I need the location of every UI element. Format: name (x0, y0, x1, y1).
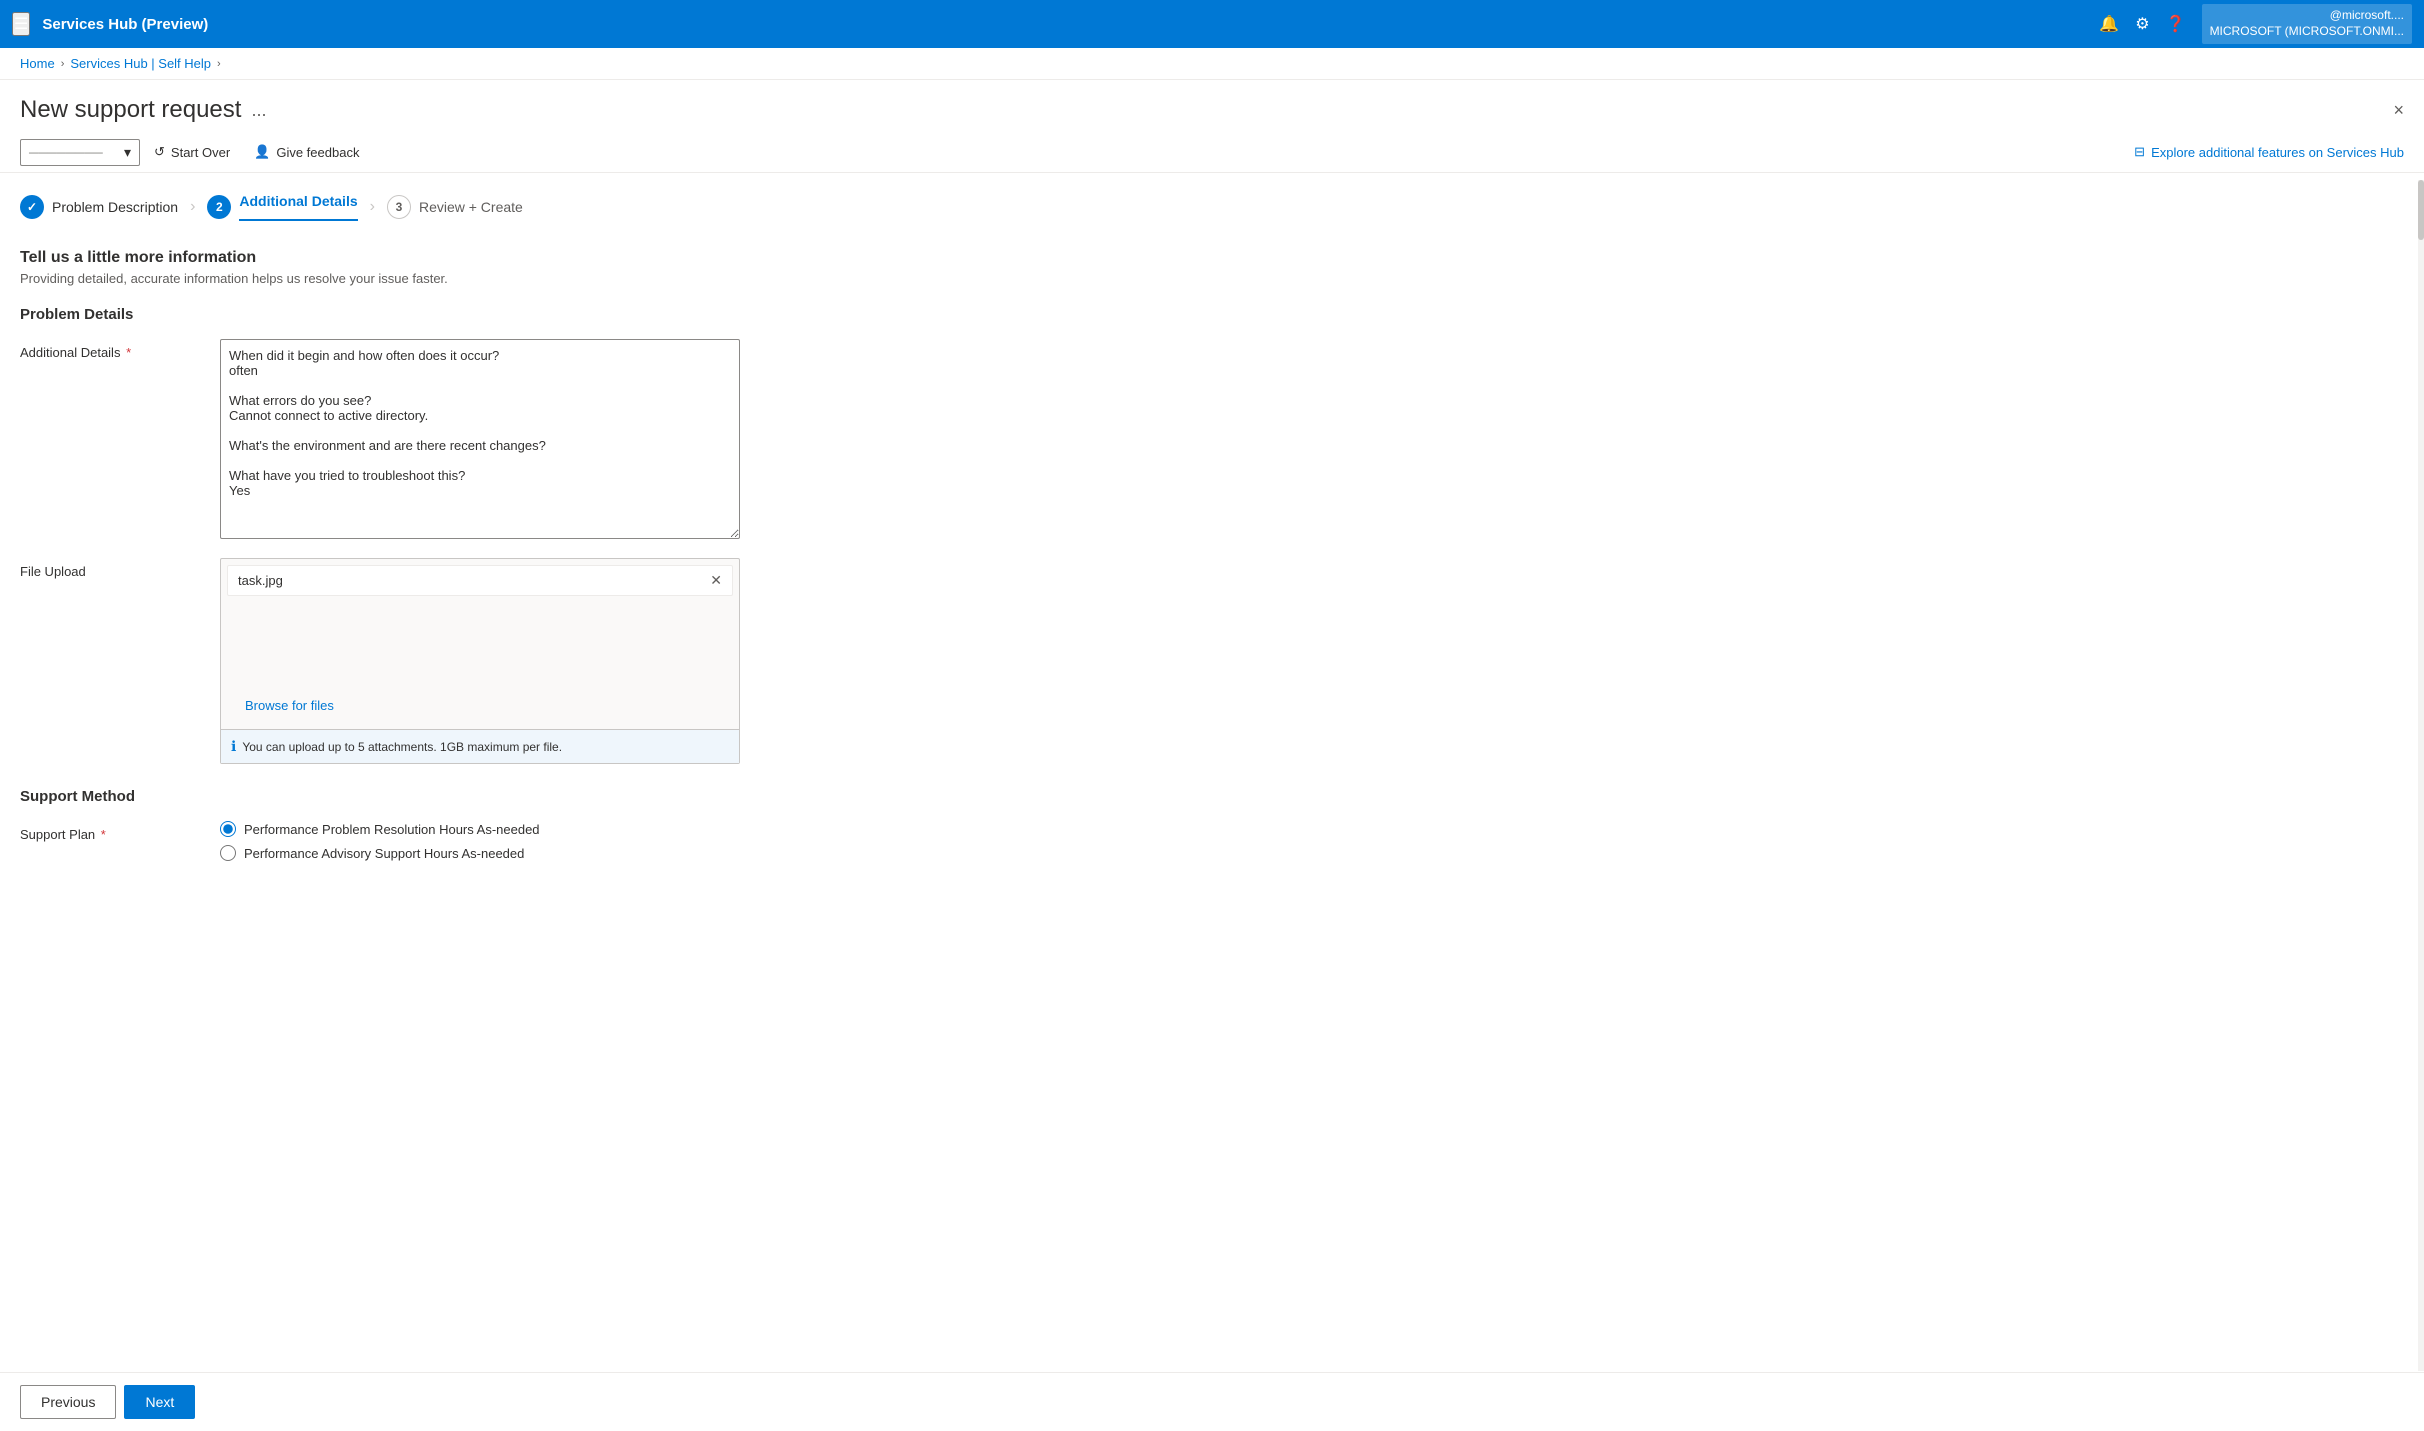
step-additional-details[interactable]: 2 Additional Details (207, 185, 357, 229)
bell-icon[interactable]: 🔔 (2099, 14, 2119, 34)
steps-bar: ✓ Problem Description › 2 Additional Det… (0, 173, 2424, 229)
workspace-dropdown-value: ──────── (29, 145, 120, 160)
support-plan-label: Support Plan * (20, 821, 220, 842)
help-icon[interactable]: ❓ (2166, 14, 2186, 34)
page-more-button[interactable]: ... (251, 100, 266, 121)
support-plan-radio-1[interactable] (220, 821, 236, 837)
previous-button[interactable]: Previous (20, 1385, 116, 1419)
give-feedback-button[interactable]: 👤 Give feedback (244, 138, 369, 166)
additional-details-label: Additional Details * (20, 339, 220, 360)
support-plan-label-2[interactable]: Performance Advisory Support Hours As-ne… (244, 846, 524, 861)
problem-details-section: Problem Details Additional Details * Whe… (20, 306, 2404, 764)
step-2-circle: 2 (207, 195, 231, 219)
support-plan-label-1[interactable]: Performance Problem Resolution Hours As-… (244, 822, 540, 837)
file-upload-label: File Upload (20, 558, 220, 579)
bottom-nav: Previous Next (0, 1372, 2424, 1431)
additional-details-field: When did it begin and how often does it … (220, 339, 740, 542)
explore-icon: ⊟ (2134, 144, 2145, 160)
support-plan-field: Performance Problem Resolution Hours As-… (220, 821, 740, 869)
step-problem-description[interactable]: ✓ Problem Description (20, 187, 178, 227)
file-upload-field: task.jpg ✕ Browse for files ℹ You can up… (220, 558, 740, 764)
give-feedback-label: Give feedback (276, 145, 359, 160)
topbar-right: 🔔 ⚙ ❓ @microsoft.... MICROSOFT (MICROSOF… (2099, 4, 2412, 43)
chevron-down-icon: ▾ (124, 144, 131, 161)
support-method-title: Support Method (20, 788, 2404, 805)
workspace-dropdown[interactable]: ──────── ▾ (20, 139, 140, 166)
step-sep-1: › (190, 198, 195, 216)
step-2-label: Additional Details (239, 193, 357, 221)
main-content: Tell us a little more information Provid… (0, 229, 2424, 973)
support-plan-radio-2[interactable] (220, 845, 236, 861)
explore-label: Explore additional features on Services … (2151, 145, 2404, 160)
info-icon: ℹ (231, 738, 236, 755)
support-method-section: Support Method Support Plan * Performanc… (20, 788, 2404, 869)
breadcrumb: Home › Services Hub | Self Help › (0, 48, 2424, 80)
support-plan-option-2: Performance Advisory Support Hours As-ne… (220, 845, 740, 861)
file-list: task.jpg ✕ (221, 559, 739, 606)
file-info-bar: ℹ You can upload up to 5 attachments. 1G… (221, 729, 739, 763)
start-over-label: Start Over (171, 145, 230, 160)
refresh-icon: ↺ (154, 144, 165, 160)
step-3-label: Review + Create (419, 199, 523, 215)
page-header: New support request ... × (0, 80, 2424, 132)
breadcrumb-sep-2: › (217, 58, 221, 70)
step-sep-2: › (370, 198, 375, 216)
toolbar: ──────── ▾ ↺ Start Over 👤 Give feedback … (0, 132, 2424, 173)
toolbar-left: ──────── ▾ ↺ Start Over 👤 Give feedback (20, 138, 369, 166)
start-over-button[interactable]: ↺ Start Over (144, 138, 240, 166)
file-item: task.jpg ✕ (227, 565, 733, 596)
section-title: Tell us a little more information (20, 249, 2404, 267)
step-review-create[interactable]: 3 Review + Create (387, 187, 523, 227)
app-title: Services Hub (Preview) (42, 16, 208, 33)
topbar-left: ☰ Services Hub (Preview) (12, 12, 208, 36)
section-subtitle: Providing detailed, accurate information… (20, 271, 2404, 286)
scrollbar-thumb (2418, 180, 2424, 240)
file-upload-row: File Upload task.jpg ✕ Browse for files (20, 558, 2404, 764)
page-header-left: New support request ... (20, 96, 266, 124)
support-plan-required: * (101, 827, 106, 842)
file-upload-box: task.jpg ✕ Browse for files ℹ You can up… (220, 558, 740, 764)
step-1-label: Problem Description (52, 199, 178, 215)
additional-details-textarea[interactable]: When did it begin and how often does it … (220, 339, 740, 539)
close-button[interactable]: × (2393, 100, 2404, 121)
additional-details-row: Additional Details * When did it begin a… (20, 339, 2404, 542)
file-remove-button[interactable]: ✕ (710, 572, 722, 589)
file-name: task.jpg (238, 573, 283, 588)
step-1-circle: ✓ (20, 195, 44, 219)
topbar: ☰ Services Hub (Preview) 🔔 ⚙ ❓ @microsof… (0, 0, 2424, 48)
support-plan-option-1: Performance Problem Resolution Hours As-… (220, 821, 740, 837)
problem-details-title: Problem Details (20, 306, 2404, 323)
page-title: New support request (20, 96, 241, 124)
gear-icon[interactable]: ⚙ (2135, 14, 2149, 34)
explore-features-link[interactable]: ⊟ Explore additional features on Service… (2134, 144, 2404, 160)
scrollbar[interactable] (2418, 180, 2424, 1371)
required-marker: * (126, 345, 131, 360)
breadcrumb-selfhelp[interactable]: Services Hub | Self Help (70, 56, 211, 71)
browse-files-link[interactable]: Browse for files (229, 690, 731, 721)
support-plan-row: Support Plan * Performance Problem Resol… (20, 821, 2404, 869)
file-info-text: You can upload up to 5 attachments. 1GB … (242, 740, 562, 754)
user-menu[interactable]: @microsoft.... MICROSOFT (MICROSOFT.ONMI… (2202, 4, 2412, 43)
step-3-circle: 3 (387, 195, 411, 219)
breadcrumb-home[interactable]: Home (20, 56, 55, 71)
file-drop-area[interactable] (221, 606, 739, 686)
breadcrumb-sep-1: › (61, 58, 65, 70)
next-button[interactable]: Next (124, 1385, 195, 1419)
feedback-icon: 👤 (254, 144, 270, 160)
hamburger-menu-button[interactable]: ☰ (12, 12, 30, 36)
